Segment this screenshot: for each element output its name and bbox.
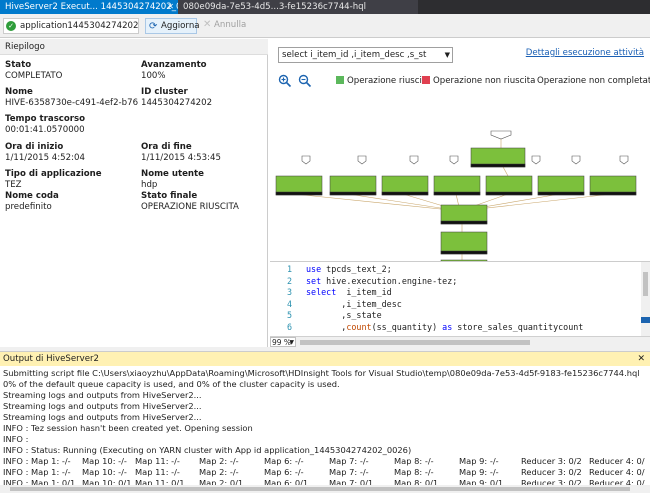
editor-footer: 99 % ▼ bbox=[270, 336, 650, 347]
output-line: Streaming logs and outputs from HiveServ… bbox=[3, 401, 202, 411]
output-horizontal-scrollbar[interactable] bbox=[0, 485, 650, 493]
application-id-button[interactable]: ✓ application1445304274202_0026 bbox=[3, 18, 139, 34]
task-execution-details-link[interactable]: Dettagli esecuzione attività bbox=[526, 48, 644, 58]
code-line: 1 use tpcds_text_2; bbox=[286, 264, 392, 274]
legend-succeeded: Operazione riuscita bbox=[336, 76, 431, 86]
dag-node-map-5 bbox=[485, 175, 533, 196]
field-user-name: Nome utente hdp bbox=[141, 169, 204, 190]
field-status: Stato COMPLETATO bbox=[5, 60, 63, 81]
chevron-down-icon: ▼ bbox=[444, 51, 450, 59]
zoom-out-icon[interactable] bbox=[298, 74, 312, 88]
field-queue-name: Nome coda predefinito bbox=[5, 191, 59, 212]
output-line: Streaming logs and outputs from HiveServ… bbox=[3, 390, 202, 400]
output-line: INFO : bbox=[3, 434, 29, 444]
tab-label: 080e09da-7e53-4d5...3-fe15236c7744-hql bbox=[183, 2, 367, 12]
dag-node-map-2 bbox=[329, 175, 377, 196]
legend-swatch-green bbox=[336, 76, 344, 84]
hiveserver2-output-pane: Output di HiveServer2 ✕ Submitting scrip… bbox=[0, 351, 650, 493]
field-start-time: Ora di inizio 1/11/2015 4:52:04 bbox=[5, 142, 85, 163]
application-id-label: application1445304274202_0026 bbox=[20, 21, 139, 31]
chevron-down-icon: ▼ bbox=[289, 339, 294, 346]
toolbar: ✓ application1445304274202_0026 ⟳ Aggior… bbox=[0, 14, 650, 38]
code-line: 6 ,count(ss_quantity) as store_sales_qua… bbox=[286, 321, 584, 332]
output-line: Submitting script file C:\Users\xiaoyzhu… bbox=[3, 368, 640, 378]
field-application-type: Tipo di applicazione TEZ bbox=[5, 169, 102, 190]
summary-panel: Riepilogo Stato COMPLETATO Avanzamento 1… bbox=[0, 39, 268, 347]
document-tab-strip: HiveServer2 Execut... 1445304274202_0026… bbox=[0, 0, 650, 14]
dag-node-map-6 bbox=[537, 175, 585, 196]
query-select-value: select i_item_id ,i_item_desc ,s_st bbox=[282, 50, 427, 60]
refresh-label: Aggiorna bbox=[161, 21, 200, 31]
refresh-icon: ⟳ bbox=[149, 21, 158, 32]
scrollbar-thumb[interactable] bbox=[10, 487, 630, 491]
editor-vertical-scrollbar[interactable] bbox=[641, 262, 650, 338]
close-icon[interactable]: ✕ bbox=[167, 0, 174, 14]
dag-node-map-7 bbox=[589, 175, 637, 196]
scrollbar-caret-marker bbox=[641, 317, 650, 323]
field-cluster-id: ID cluster 1445304274202 bbox=[141, 87, 213, 108]
kill-label: Annulla bbox=[214, 20, 247, 30]
output-line: 0% of the default queue capacity is used… bbox=[3, 379, 340, 389]
dag-node-map-11 bbox=[470, 147, 526, 168]
code-line: 3 select i_item_id bbox=[286, 287, 392, 297]
summary-header: Riepilogo bbox=[0, 39, 268, 55]
field-progress: Avanzamento 100% bbox=[141, 60, 207, 81]
output-line: Streaming logs and outputs from HiveServ… bbox=[3, 412, 202, 422]
tab-hql-script[interactable]: 080e09da-7e53-4d5...3-fe15236c7744-hql bbox=[178, 0, 418, 14]
output-title: Output di HiveServer2 bbox=[3, 354, 100, 364]
output-title-bar: Output di HiveServer2 ✕ bbox=[0, 352, 650, 366]
dag-node-map-4 bbox=[433, 175, 481, 196]
close-icon: ✕ bbox=[203, 19, 212, 30]
job-dag-graph bbox=[275, 130, 637, 261]
field-end-time: Ora di fine 1/11/2015 4:53:45 bbox=[141, 142, 221, 163]
dag-node-reducer-3 bbox=[440, 231, 488, 255]
dag-file-markers bbox=[301, 130, 629, 165]
dag-vertex-nodes bbox=[275, 147, 637, 261]
code-line: 5 ,s_state bbox=[286, 310, 382, 320]
hql-code-editor[interactable]: 1 use tpcds_text_2; 2 set hive.execution.e… bbox=[270, 261, 650, 347]
job-graph-panel: select i_item_id ,i_item_desc ,s_st ▼ De… bbox=[270, 39, 650, 261]
dag-node-map-1 bbox=[275, 175, 323, 196]
legend-not-completed: Operazione non completata bbox=[537, 76, 650, 86]
refresh-button[interactable]: ⟳ Aggiorna bbox=[145, 18, 200, 34]
tab-label: HiveServer2 Execut... 1445304274202_0026 bbox=[5, 2, 178, 12]
field-final-status: Stato finale OPERAZIONE RIUSCITA bbox=[141, 191, 239, 212]
legend-swatch-red bbox=[422, 76, 430, 84]
editor-horizontal-scrollbar[interactable] bbox=[300, 340, 530, 345]
output-line: INFO : Status: Running (Executing on YAR… bbox=[3, 445, 412, 455]
code-line: 2 set hive.execution.engine-tez; bbox=[286, 275, 458, 286]
zoom-in-icon[interactable] bbox=[278, 74, 292, 88]
editor-zoom-dropdown[interactable]: 99 % ▼ bbox=[270, 337, 296, 347]
kill-button[interactable]: ✕ Annulla bbox=[202, 18, 252, 34]
success-check-icon: ✓ bbox=[6, 21, 16, 31]
dag-node-reducer-2 bbox=[440, 204, 488, 225]
code-line: 4 ,i_item_desc bbox=[286, 298, 402, 309]
field-elapsed-time: Tempo trascorso 00:01:41.0570000 bbox=[5, 114, 86, 135]
output-line: INFO : Tez session hasn't been created y… bbox=[3, 423, 253, 433]
query-select-dropdown[interactable]: select i_item_id ,i_item_desc ,s_st ▼ bbox=[278, 47, 453, 63]
scrollbar-thumb[interactable] bbox=[643, 272, 648, 296]
dag-node-map-3 bbox=[381, 175, 429, 196]
field-name: Nome HIVE-6358730e-c491-4ef2-b76 bbox=[5, 87, 139, 108]
legend-failed: Operazione non riuscita bbox=[422, 76, 535, 86]
tab-hiveserver2-execution[interactable]: HiveServer2 Execut... 1445304274202_0026… bbox=[0, 0, 178, 14]
close-icon[interactable]: ✕ bbox=[637, 352, 645, 366]
